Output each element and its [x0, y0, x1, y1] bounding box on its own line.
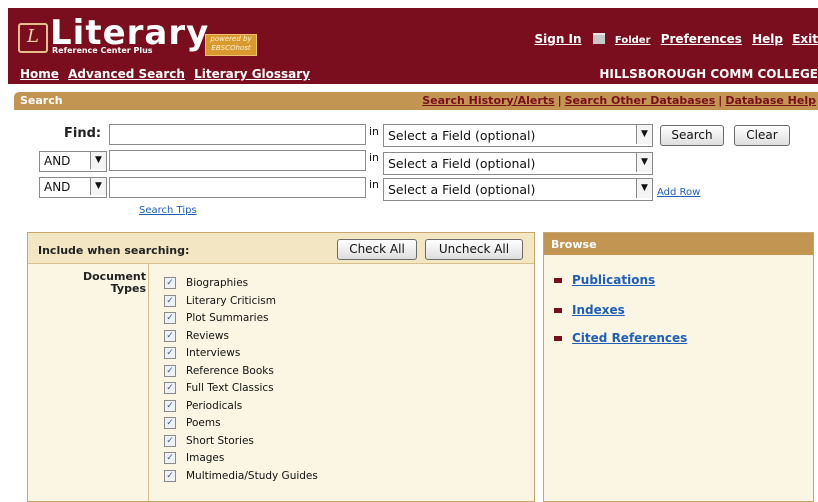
search-section-links: Search History/Alerts | Search Other Datab… — [422, 94, 816, 107]
checkbox-icon[interactable]: ✓ — [164, 329, 176, 342]
folder-icon — [592, 33, 605, 44]
checkbox-label: Short Stories — [186, 434, 254, 447]
literary-logo-icon: L — [18, 23, 48, 53]
checkbox-icon[interactable]: ✓ — [164, 347, 176, 359]
operator-select-2[interactable]: AND ▼ — [39, 151, 107, 172]
main-nav: Home Advanced Search Literary Glossary — [20, 67, 315, 81]
browse-panel: Browse Publications Indexes Cited Refere… — [543, 232, 814, 502]
checkbox-label: Literary Criticism — [186, 294, 276, 307]
checkbox-icon[interactable]: ✓ — [164, 382, 176, 394]
uncheck-all-button[interactable]: Uncheck All — [425, 239, 523, 260]
search-button[interactable]: Search — [660, 125, 724, 146]
checkbox-label: Interviews — [186, 347, 241, 359]
dropdown-arrow-icon[interactable]: ▼ — [636, 153, 652, 172]
bullet-icon — [554, 278, 562, 283]
field-select-value: Select a Field (optional) — [388, 128, 536, 143]
checkbox-label: Full Text Classics — [186, 382, 274, 394]
search-tips-link[interactable]: Search Tips — [139, 205, 197, 216]
checkbox-icon[interactable]: ✓ — [164, 399, 176, 412]
checkbox-label: Periodicals — [186, 399, 243, 412]
operator-value: AND — [44, 180, 71, 194]
search-input-1[interactable] — [109, 124, 366, 145]
checkbox-label: Plot Summaries — [186, 312, 269, 324]
clear-button[interactable]: Clear — [734, 125, 790, 146]
browse-panel-header: Browse — [544, 233, 813, 255]
search-other-databases-link[interactable]: Search Other Databases — [565, 94, 716, 107]
document-types-label: Document Types — [82, 270, 146, 295]
link-separator: | — [557, 94, 562, 107]
database-help-link[interactable]: Database Help — [725, 94, 816, 107]
search-section-title: Search — [20, 94, 63, 107]
dropdown-arrow-icon[interactable]: ▼ — [90, 178, 106, 195]
field-select-1[interactable]: Select a Field (optional) ▼ — [383, 124, 653, 147]
field-select-3[interactable]: Select a Field (optional) ▼ — [383, 178, 653, 201]
dropdown-arrow-icon[interactable]: ▼ — [636, 125, 652, 144]
checkbox-icon[interactable]: ✓ — [164, 277, 176, 289]
in-label: in — [369, 125, 380, 138]
app-logo-subtitle: Reference Center Plus — [52, 46, 153, 55]
nav-home[interactable]: Home — [20, 67, 59, 81]
checkbox-icon[interactable]: ✓ — [164, 312, 176, 324]
dropdown-arrow-icon[interactable]: ▼ — [90, 152, 106, 169]
in-label: in — [369, 178, 380, 191]
checkbox-icon[interactable]: ✓ — [164, 364, 176, 377]
checkbox-label: Poems — [186, 417, 221, 429]
search-section-bar: Search Search History/Alerts | Search Othe… — [14, 92, 818, 110]
link-separator: | — [718, 94, 723, 107]
add-row-link[interactable]: Add Row — [657, 187, 700, 198]
check-all-button[interactable]: Check All — [337, 239, 417, 260]
checkbox-icon[interactable]: ✓ — [164, 434, 176, 447]
ebsco-badge: powered by EBSCOhost — [205, 34, 257, 56]
checkbox-icon[interactable]: ✓ — [164, 294, 176, 307]
help-link[interactable]: Help — [752, 32, 783, 46]
search-input-2[interactable] — [109, 150, 366, 171]
checkbox-label: Multimedia/Study Guides — [186, 469, 318, 482]
nav-literary-glossary[interactable]: Literary Glossary — [194, 67, 310, 81]
checkbox-icon[interactable]: ✓ — [164, 452, 176, 464]
exit-link[interactable]: Exit — [792, 32, 818, 46]
field-select-value: Select a Field (optional) — [388, 182, 536, 197]
include-title: Include when searching: — [38, 244, 190, 257]
search-history-link[interactable]: Search History/Alerts — [422, 94, 554, 107]
bullet-icon — [554, 308, 562, 313]
operator-value: AND — [44, 154, 71, 168]
indexes-link[interactable]: Indexes — [572, 303, 625, 317]
in-label: in — [369, 151, 380, 164]
dropdown-arrow-icon[interactable]: ▼ — [636, 179, 652, 198]
checkbox-label: Images — [186, 452, 225, 464]
checkbox-icon[interactable]: ✓ — [164, 469, 176, 482]
preferences-link[interactable]: Preferences — [661, 32, 742, 46]
operator-select-3[interactable]: AND ▼ — [39, 177, 107, 198]
publications-link[interactable]: Publications — [572, 273, 655, 287]
divider — [148, 263, 149, 501]
bullet-icon — [554, 336, 562, 341]
sign-in-link[interactable]: Sign In — [534, 32, 581, 46]
checkbox-label: Biographies — [186, 277, 249, 289]
browse-title: Browse — [551, 238, 597, 251]
institution-name: HILLSBOROUGH COMM COLLEGE — [599, 67, 818, 81]
cited-references-link[interactable]: Cited References — [572, 331, 687, 345]
include-panel-header: Include when searching: Check All Unchec… — [28, 233, 534, 264]
checkbox-icon[interactable]: ✓ — [164, 417, 176, 429]
find-label: Find: — [64, 126, 102, 141]
search-input-3[interactable] — [109, 177, 366, 198]
top-links: Sign In Folder Preferences Help Exit — [528, 32, 818, 46]
nav-advanced-search[interactable]: Advanced Search — [68, 67, 185, 81]
checkbox-label: Reviews — [186, 329, 229, 342]
include-panel: Include when searching: Check All Unchec… — [27, 232, 535, 502]
header-bar: L Literary Reference Center Plus powered… — [8, 8, 818, 84]
field-select-value: Select a Field (optional) — [388, 156, 536, 171]
checkbox-label: Reference Books — [186, 364, 274, 377]
field-select-2[interactable]: Select a Field (optional) ▼ — [383, 152, 653, 175]
folder-link[interactable]: Folder — [615, 35, 651, 46]
